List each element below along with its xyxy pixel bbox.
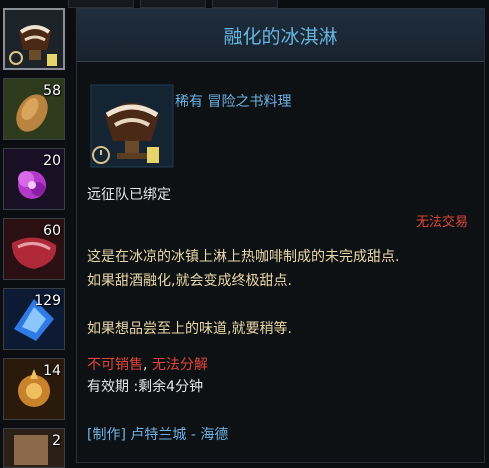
restrictions-line: 不可销售, 无法分解 (87, 355, 208, 375)
inventory-slot-scroll[interactable]: 2 (3, 428, 65, 468)
description-line-1: 这是在冰凉的冰镇上淋上热咖啡制成的未完成甜点. (87, 249, 400, 265)
top-tab-strip (68, 0, 278, 8)
item-count: 129 (34, 293, 61, 309)
inventory-slot-ice-cream[interactable] (3, 8, 65, 70)
craft-tag: [制作] (87, 427, 126, 443)
item-icon-large (87, 81, 177, 171)
category-label: 冒险之书料理 (207, 94, 292, 110)
separator: , (143, 357, 148, 373)
item-rarity-line: 稀有 冒险之书料理 (175, 91, 291, 111)
item-count: 60 (43, 223, 61, 239)
tooltip-title-bar: 融化的冰淇淋 (77, 9, 484, 62)
item-count: 20 (43, 153, 61, 169)
no-dismantle-label: 无法分解 (151, 357, 208, 373)
item-tooltip: 融化的冰淇淋 稀有 冒险之书料理 远征队已绑定 无法交易 这是在冰凉的冰镇上淋上… (76, 8, 485, 463)
crafting-origin: [制作] 卢特兰城 - 海德 (87, 425, 228, 445)
rarity-label: 稀有 (175, 94, 203, 110)
expiration-label: 有效期 :剩余4分钟 (87, 379, 204, 395)
trade-status: 无法交易 (415, 215, 468, 230)
item-count: 14 (43, 363, 61, 379)
inventory-slot-almond[interactable]: 58 (3, 78, 65, 140)
description-line-2: 如果甜酒融化,就会变成终极甜点. (87, 273, 292, 289)
inventory-slot-crystal[interactable]: 129 (3, 288, 65, 350)
description-line-3: 如果想品尝至上的味道,就要稍等. (87, 321, 292, 337)
item-count: 2 (52, 433, 61, 449)
craft-place: 卢特兰城 - 海德 (130, 427, 229, 443)
inventory-slot-meat[interactable]: 60 (3, 218, 65, 280)
item-count: 58 (43, 83, 61, 99)
bind-status: 远征队已绑定 (87, 187, 171, 203)
item-title: 融化的冰淇淋 (223, 25, 338, 48)
no-sell-label: 不可销售 (87, 357, 143, 373)
inventory-slot-flower[interactable]: 20 (3, 148, 65, 210)
ice-cream-icon (90, 84, 174, 168)
ice-cream-icon (5, 10, 63, 68)
inventory-column: 58 20 60 129 14 2 (0, 0, 70, 468)
inventory-slot-ornament[interactable]: 14 (3, 358, 65, 420)
